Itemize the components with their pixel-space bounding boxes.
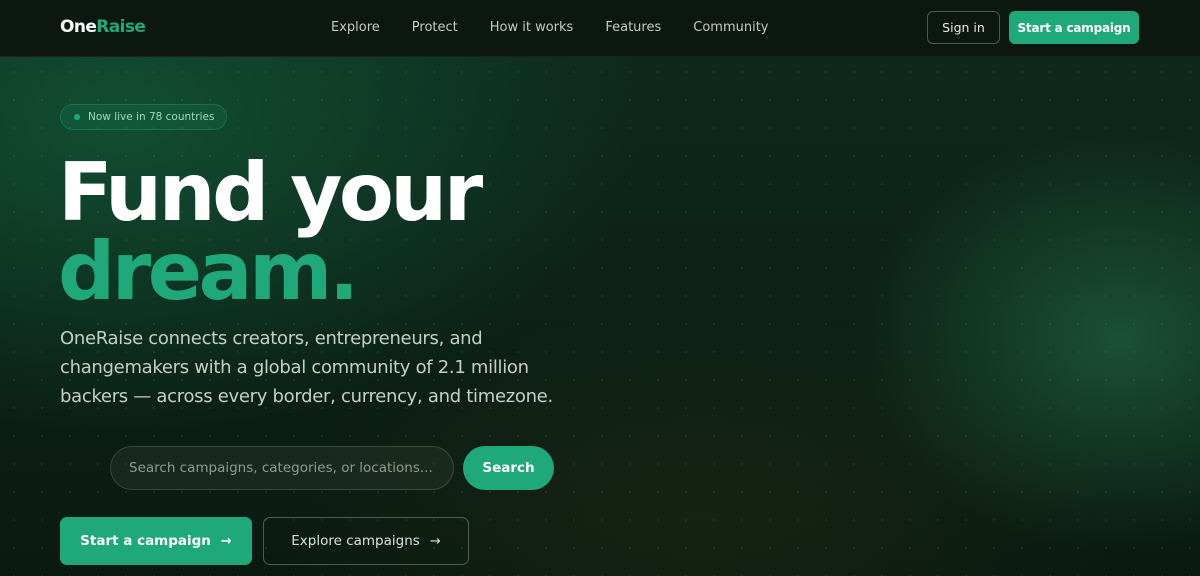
sign-in-button[interactable]: Sign in <box>927 11 1000 44</box>
status-badge-label: Now live in 78 countries <box>88 111 215 123</box>
nav-item-explore[interactable]: Explore <box>331 20 380 35</box>
status-badge: Now live in 78 countries <box>60 104 227 130</box>
start-campaign-button[interactable]: Start a campaign → <box>60 517 252 565</box>
arrow-right-icon: → <box>429 533 441 549</box>
logo-text-raise: Raise <box>96 17 146 37</box>
logo[interactable]: OneRaise <box>60 17 146 37</box>
search-button[interactable]: Search <box>463 446 554 490</box>
nav-item-protect[interactable]: Protect <box>412 20 458 35</box>
headline-line-1: Fund your <box>58 146 483 239</box>
logo-text-one: One <box>60 17 97 37</box>
headline-line-2: dream. <box>58 225 359 318</box>
search-input[interactable] <box>110 446 454 490</box>
explore-campaigns-label: Explore campaigns <box>291 533 420 549</box>
start-campaign-nav-button[interactable]: Start a campaign <box>1009 11 1139 44</box>
hero-description: OneRaise connects creators, entrepreneur… <box>60 328 553 407</box>
nav-item-community[interactable]: Community <box>693 20 768 35</box>
explore-campaigns-button[interactable]: Explore campaigns → <box>263 517 469 565</box>
nav-item-how-it-works[interactable]: How it works <box>490 20 574 35</box>
live-dot-icon <box>74 114 80 120</box>
nav-item-features[interactable]: Features <box>605 20 661 35</box>
main-menu: Explore Protect How it works Features Co… <box>331 20 801 35</box>
top-navigation: OneRaise Explore Protect How it works Fe… <box>0 0 1200 57</box>
arrow-right-icon: → <box>220 533 232 549</box>
start-campaign-label: Start a campaign <box>80 533 211 549</box>
